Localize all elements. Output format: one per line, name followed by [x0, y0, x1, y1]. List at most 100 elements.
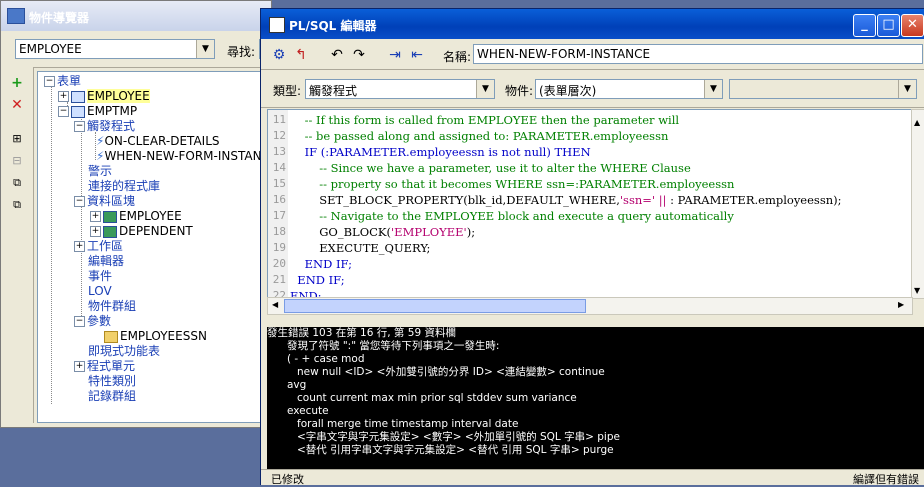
- expand-node-icon[interactable]: +: [58, 91, 69, 102]
- delete-icon[interactable]: ✕: [9, 97, 25, 113]
- status-compile-result: 編譯但有錯誤: [853, 473, 919, 486]
- code-horizontal-scrollbar[interactable]: ◀ ▶: [267, 297, 913, 315]
- indent-icon[interactable]: ⇥: [385, 45, 405, 65]
- expand-icon[interactable]: ⊞: [9, 131, 25, 147]
- name-label: 名稱:: [443, 50, 472, 64]
- tree-node-record-groups[interactable]: 記錄群組: [88, 389, 136, 403]
- tree-node-events[interactable]: 事件: [88, 269, 112, 283]
- tree-node-trigger-when-new-form-instance[interactable]: ⚡WHEN-NEW-FORM-INSTAN: [96, 149, 262, 163]
- code-line: IF (:PARAMETER.employeessn is not null) …: [290, 145, 591, 159]
- editor-toolbar: ⚙ ↰ ↶ ↷ ⇥ ⇤ 名稱: WHEN-NEW-FORM-INSTANCE: [261, 41, 924, 70]
- tree-node-lov[interactable]: LOV: [88, 284, 112, 298]
- editor-title-bar: PL/SQL 編輯器 _ □ ✕: [261, 9, 924, 39]
- form-icon: [71, 90, 85, 103]
- collapse-node-icon[interactable]: −: [44, 76, 55, 87]
- object-sub-combo[interactable]: ▼: [729, 79, 917, 99]
- collapse-icon[interactable]: ⊟: [9, 153, 25, 169]
- redo-icon[interactable]: ↷: [349, 45, 369, 65]
- module-combo-value: EMPLOYEE: [19, 42, 82, 56]
- object-navigator-window: 物件導覽器 EMPLOYEE ▼ 尋找: + ✕ ⊞ ⊟ ⧉ ⧉ − 表單 + EM…: [0, 0, 272, 428]
- line-number: 15: [272, 177, 286, 190]
- line-number: 12: [272, 129, 286, 142]
- navigator-tree: − 表單 + EMPLOYEE − EMPTMP − 觸發程式 ⚡ON-CLEAR-DE…: [37, 71, 271, 423]
- tree-node-program-units[interactable]: + 程式單元: [74, 359, 135, 373]
- error-line: avg: [287, 379, 307, 391]
- expand-all-icon[interactable]: ⧉: [9, 175, 25, 191]
- tree-node-alerts[interactable]: 警示: [88, 164, 112, 178]
- create-icon[interactable]: +: [9, 75, 25, 91]
- scroll-right-icon[interactable]: ▶: [898, 300, 904, 309]
- line-number: 19: [272, 241, 286, 254]
- scrollbar-thumb[interactable]: [284, 299, 586, 313]
- minimize-button[interactable]: _: [853, 14, 876, 37]
- tree-node-canvases[interactable]: + 工作區: [74, 239, 123, 253]
- scroll-down-icon[interactable]: ▼: [914, 286, 920, 295]
- code-vertical-scrollbar[interactable]: ▲ ▼: [911, 109, 924, 299]
- line-number: 21: [272, 273, 286, 286]
- editor-selector-row: 類型: 觸發程式 ▼ 物件: (表單層次) ▼ ▼: [261, 71, 924, 108]
- code-line: EXECUTE_QUERY;: [290, 241, 431, 255]
- line-number: 13: [272, 145, 286, 158]
- tree-node-param-employeessn[interactable]: EMPLOYEESSN: [104, 329, 207, 343]
- undo-icon[interactable]: ↶: [327, 45, 347, 65]
- code-editor[interactable]: 11 12 13 14 15 16 17 18 19 20 21 22 -- I…: [267, 109, 913, 299]
- outdent-icon[interactable]: ⇤: [407, 45, 427, 65]
- tree-node-parameters[interactable]: − 參數: [74, 314, 111, 328]
- type-combo[interactable]: 觸發程式 ▼: [305, 79, 495, 99]
- scroll-up-icon[interactable]: ▲: [914, 118, 920, 127]
- chevron-down-icon[interactable]: ▼: [196, 40, 214, 58]
- close-button[interactable]: ✕: [901, 14, 924, 37]
- error-line: execute: [287, 405, 329, 417]
- collapse-all-icon[interactable]: ⧉: [9, 197, 25, 213]
- tree-node-emptmp-form[interactable]: − EMPTMP: [58, 104, 137, 118]
- navigator-toolbar: EMPLOYEE ▼ 尋找:: [1, 31, 271, 68]
- code-line: END IF;: [290, 257, 352, 271]
- tree-node-triggers[interactable]: − 觸發程式: [74, 119, 135, 133]
- scroll-left-icon[interactable]: ◀: [272, 300, 278, 309]
- line-number: 14: [272, 161, 286, 174]
- revert-icon[interactable]: ↰: [291, 45, 311, 65]
- tree-node-forms[interactable]: − 表單: [44, 74, 81, 88]
- chevron-down-icon[interactable]: ▼: [704, 80, 722, 98]
- tree-node-attached-libraries[interactable]: 連接的程式庫: [88, 179, 160, 193]
- tree-node-popup-menus[interactable]: 即現式功能表: [88, 344, 160, 358]
- collapse-node-icon[interactable]: −: [74, 316, 85, 327]
- code-line: -- property so that it becomes WHERE ssn…: [290, 177, 735, 191]
- status-modified: 已修改: [271, 473, 304, 486]
- expand-node-icon[interactable]: +: [74, 241, 85, 252]
- compile-icon[interactable]: ⚙: [269, 45, 289, 65]
- tree-node-object-groups[interactable]: 物件群組: [88, 299, 136, 313]
- tree-node-data-blocks[interactable]: − 資料區塊: [74, 194, 135, 208]
- editor-window-icon: [269, 17, 285, 33]
- module-combo[interactable]: EMPLOYEE ▼: [15, 39, 215, 59]
- chevron-down-icon[interactable]: ▼: [476, 80, 494, 98]
- tree-node-employee-form[interactable]: + EMPLOYEE: [58, 89, 150, 103]
- line-number: 11: [272, 113, 286, 126]
- code-line: SET_BLOCK_PROPERTY(blk_id,DEFAULT_WHERE,…: [290, 193, 842, 207]
- expand-node-icon[interactable]: +: [74, 361, 85, 372]
- name-field[interactable]: WHEN-NEW-FORM-INSTANCE: [473, 44, 923, 64]
- line-number: 20: [272, 257, 286, 270]
- tree-node-block-employee[interactable]: + EMPLOYEE: [90, 209, 182, 223]
- expand-node-icon[interactable]: +: [90, 226, 101, 237]
- chevron-down-icon[interactable]: ▼: [898, 80, 916, 98]
- tree-node-editors[interactable]: 編輯器: [88, 254, 124, 268]
- object-combo[interactable]: (表單層次) ▼: [535, 79, 723, 99]
- collapse-node-icon[interactable]: −: [74, 196, 85, 207]
- code-line: END IF;: [290, 273, 345, 287]
- navigator-title-bar: 物件導覽器: [1, 1, 271, 31]
- data-block-icon: [103, 210, 117, 223]
- name-field-value: WHEN-NEW-FORM-INSTANCE: [477, 47, 651, 61]
- code-line: -- If this form is called from EMPLOYEE …: [290, 113, 680, 127]
- plsql-editor-window: PL/SQL 編輯器 _ □ ✕ ⚙ ↰ ↶ ↷ ⇥ ⇤ 名稱: WHEN-NE…: [260, 8, 924, 486]
- expand-node-icon[interactable]: +: [90, 211, 101, 222]
- error-line: forall merge time timestamp interval dat…: [297, 418, 519, 430]
- tree-node-trigger-on-clear-details[interactable]: ⚡ON-CLEAR-DETAILS: [96, 134, 220, 148]
- collapse-node-icon[interactable]: −: [58, 106, 69, 117]
- find-label: 尋找:: [227, 45, 256, 59]
- compile-error-panel: 發生錯誤 103 在第 16 行, 第 59 資料欄 發現了符號 ":" 當您等…: [267, 327, 924, 469]
- collapse-node-icon[interactable]: −: [74, 121, 85, 132]
- maximize-button[interactable]: □: [877, 14, 900, 37]
- tree-node-property-classes[interactable]: 特性類別: [88, 374, 136, 388]
- tree-node-block-dependent[interactable]: + DEPENDENT: [90, 224, 193, 238]
